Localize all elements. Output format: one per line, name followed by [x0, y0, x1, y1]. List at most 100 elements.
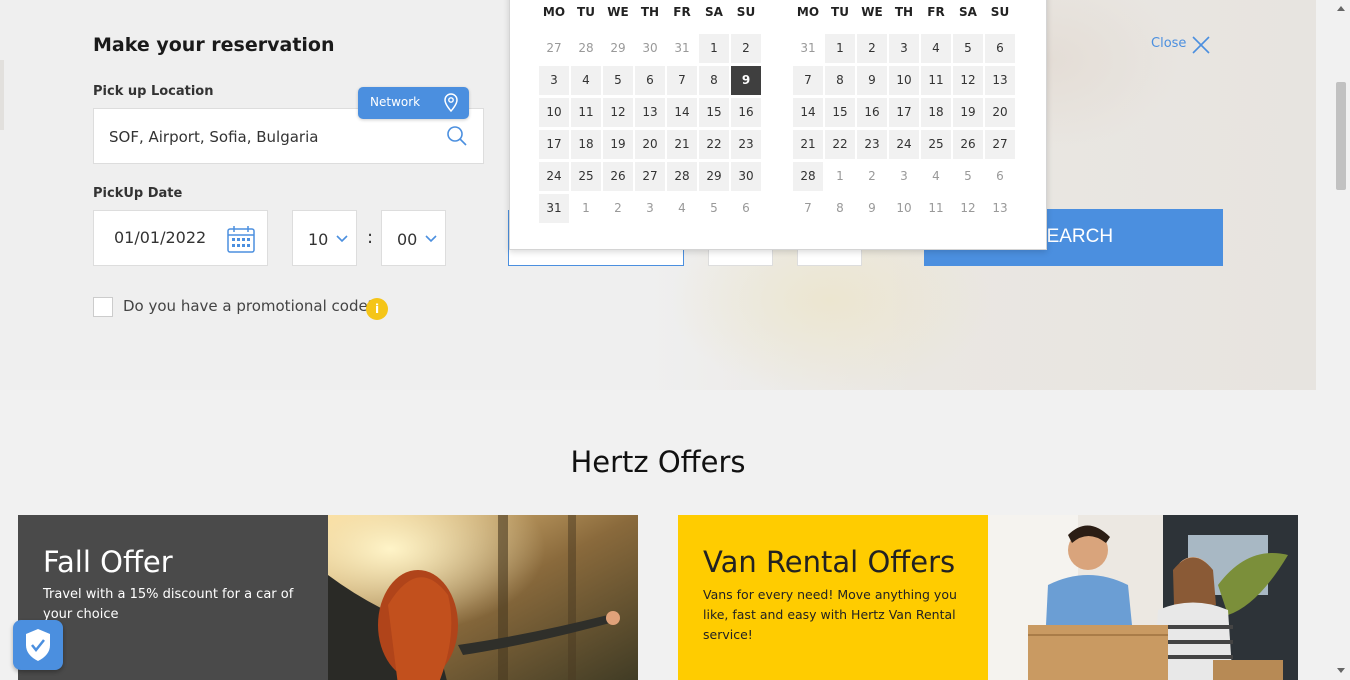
calendar-day[interactable]: 15 — [825, 98, 855, 127]
calendar-day: 9 — [868, 201, 876, 215]
calendar-day[interactable]: 15 — [699, 98, 729, 127]
offer-card-title: Van Rental Offers — [703, 545, 956, 579]
calendar-day[interactable]: 2 — [731, 34, 761, 63]
calendar-day: 2 — [868, 169, 876, 183]
calendar-day-selected[interactable]: 9 — [731, 66, 761, 95]
pickup-minute-select[interactable]: 00 — [381, 210, 446, 266]
calendar-day[interactable]: 10 — [889, 66, 919, 95]
calendar-day[interactable]: 29 — [699, 162, 729, 191]
chevron-down-icon — [336, 235, 348, 243]
calendar-day[interactable]: 6 — [985, 34, 1015, 63]
weekday-header: TH — [894, 5, 914, 19]
calendar-day[interactable]: 12 — [603, 98, 633, 127]
scroll-up-arrow-icon[interactable] — [1336, 4, 1346, 12]
calendar-day[interactable]: 25 — [921, 130, 951, 159]
calendar-day[interactable]: 11 — [921, 66, 951, 95]
calendar-day: 1 — [836, 169, 844, 183]
pickup-hour-select[interactable]: 10 — [292, 210, 357, 266]
calendar-day[interactable]: 3 — [539, 66, 569, 95]
calendar-day[interactable]: 22 — [825, 130, 855, 159]
chevron-down-icon — [425, 235, 437, 243]
calendar-day[interactable]: 19 — [953, 98, 983, 127]
autumn-woman-photo — [328, 515, 638, 680]
offer-card-image — [328, 515, 638, 680]
weekday-header: MO — [542, 5, 566, 19]
calendar-day[interactable]: 11 — [571, 98, 601, 127]
calendar-day[interactable]: 7 — [793, 66, 823, 95]
offer-card-van[interactable]: Van Rental Offers Vans for every need! M… — [678, 515, 1298, 680]
calendar-day: 13 — [992, 201, 1008, 215]
calendar-day[interactable]: 17 — [889, 98, 919, 127]
promo-code-checkbox[interactable] — [93, 297, 113, 317]
calendar-day: 8 — [836, 201, 844, 215]
offer-card-title: Fall Offer — [43, 545, 173, 579]
offer-card-description: Vans for every need! Move anything you l… — [703, 587, 957, 642]
calendar-day[interactable]: 24 — [539, 162, 569, 191]
pickup-minute-value: 00 — [397, 230, 418, 249]
calendar-day[interactable]: 8 — [699, 66, 729, 95]
calendar-day[interactable]: 10 — [539, 98, 569, 127]
info-icon[interactable]: i — [366, 298, 388, 320]
calendar-day[interactable]: 23 — [857, 130, 887, 159]
calendar-day[interactable]: 19 — [603, 130, 633, 159]
calendar-day[interactable]: 7 — [667, 66, 697, 95]
location-pin-icon — [444, 93, 458, 113]
offer-card-description: Travel with a 15% discount for a car of … — [43, 587, 294, 622]
calendar-day[interactable]: 18 — [921, 98, 951, 127]
calendar-day[interactable]: 12 — [953, 66, 983, 95]
calendar-day[interactable]: 9 — [857, 66, 887, 95]
calendar-day[interactable]: 2 — [857, 34, 887, 63]
calendar-day[interactable]: 5 — [603, 66, 633, 95]
calendar-day[interactable]: 28 — [793, 162, 823, 191]
promo-code-label: Do you have a promotional code? — [123, 297, 376, 315]
calendar-day: 3 — [900, 169, 908, 183]
calendar-day[interactable]: 6 — [635, 66, 665, 95]
calendar-day[interactable]: 26 — [603, 162, 633, 191]
privacy-shield-button[interactable] — [13, 620, 63, 670]
calendar-day[interactable]: 8 — [825, 66, 855, 95]
calendar-day[interactable]: 20 — [635, 130, 665, 159]
calendar-day[interactable]: 20 — [985, 98, 1015, 127]
calendar-day: 5 — [710, 201, 718, 215]
pickup-date-input[interactable]: 01/01/2022 — [93, 210, 268, 266]
calendar-day[interactable]: 4 — [571, 66, 601, 95]
calendar-day[interactable]: 31 — [539, 194, 569, 223]
calendar-day[interactable]: 14 — [667, 98, 697, 127]
calendar-day[interactable]: 13 — [635, 98, 665, 127]
calendar-day[interactable]: 16 — [857, 98, 887, 127]
calendar-day[interactable]: 28 — [667, 162, 697, 191]
calendar-day[interactable]: 14 — [793, 98, 823, 127]
offer-card-fall[interactable]: Fall Offer Travel with a 15% discount fo… — [18, 515, 638, 680]
calendar-day[interactable]: 5 — [953, 34, 983, 63]
calendar-day[interactable]: 26 — [953, 130, 983, 159]
calendar-day[interactable]: 3 — [889, 34, 919, 63]
weekday-header: FR — [927, 5, 945, 19]
calendar-day[interactable]: 1 — [825, 34, 855, 63]
calendar-icon[interactable] — [226, 224, 256, 254]
calendar-day[interactable]: 30 — [731, 162, 761, 191]
network-button[interactable]: Network — [358, 87, 469, 119]
weekday-header: SA — [705, 5, 723, 19]
calendar-day[interactable]: 21 — [667, 130, 697, 159]
calendar-day[interactable]: 18 — [571, 130, 601, 159]
calendar-day[interactable]: 17 — [539, 130, 569, 159]
calendar-day[interactable]: 25 — [571, 162, 601, 191]
calendar-day: 10 — [896, 201, 912, 215]
calendar-day[interactable]: 24 — [889, 130, 919, 159]
close-link[interactable]: Close — [1151, 36, 1186, 51]
calendar-day[interactable]: 22 — [699, 130, 729, 159]
calendar-day[interactable]: 23 — [731, 130, 761, 159]
search-icon[interactable] — [445, 124, 469, 148]
calendar-day[interactable]: 21 — [793, 130, 823, 159]
calendar-day[interactable]: 1 — [699, 34, 729, 63]
scrollbar-thumb[interactable] — [1336, 82, 1346, 190]
calendar-day[interactable]: 13 — [985, 66, 1015, 95]
calendar-day[interactable]: 4 — [921, 34, 951, 63]
shield-check-icon — [26, 629, 50, 661]
scroll-down-arrow-icon[interactable] — [1336, 667, 1346, 675]
weekday-header: SA — [959, 5, 977, 19]
calendar-day[interactable]: 16 — [731, 98, 761, 127]
calendar-day[interactable]: 27 — [985, 130, 1015, 159]
close-icon[interactable] — [1190, 34, 1212, 56]
calendar-day[interactable]: 27 — [635, 162, 665, 191]
